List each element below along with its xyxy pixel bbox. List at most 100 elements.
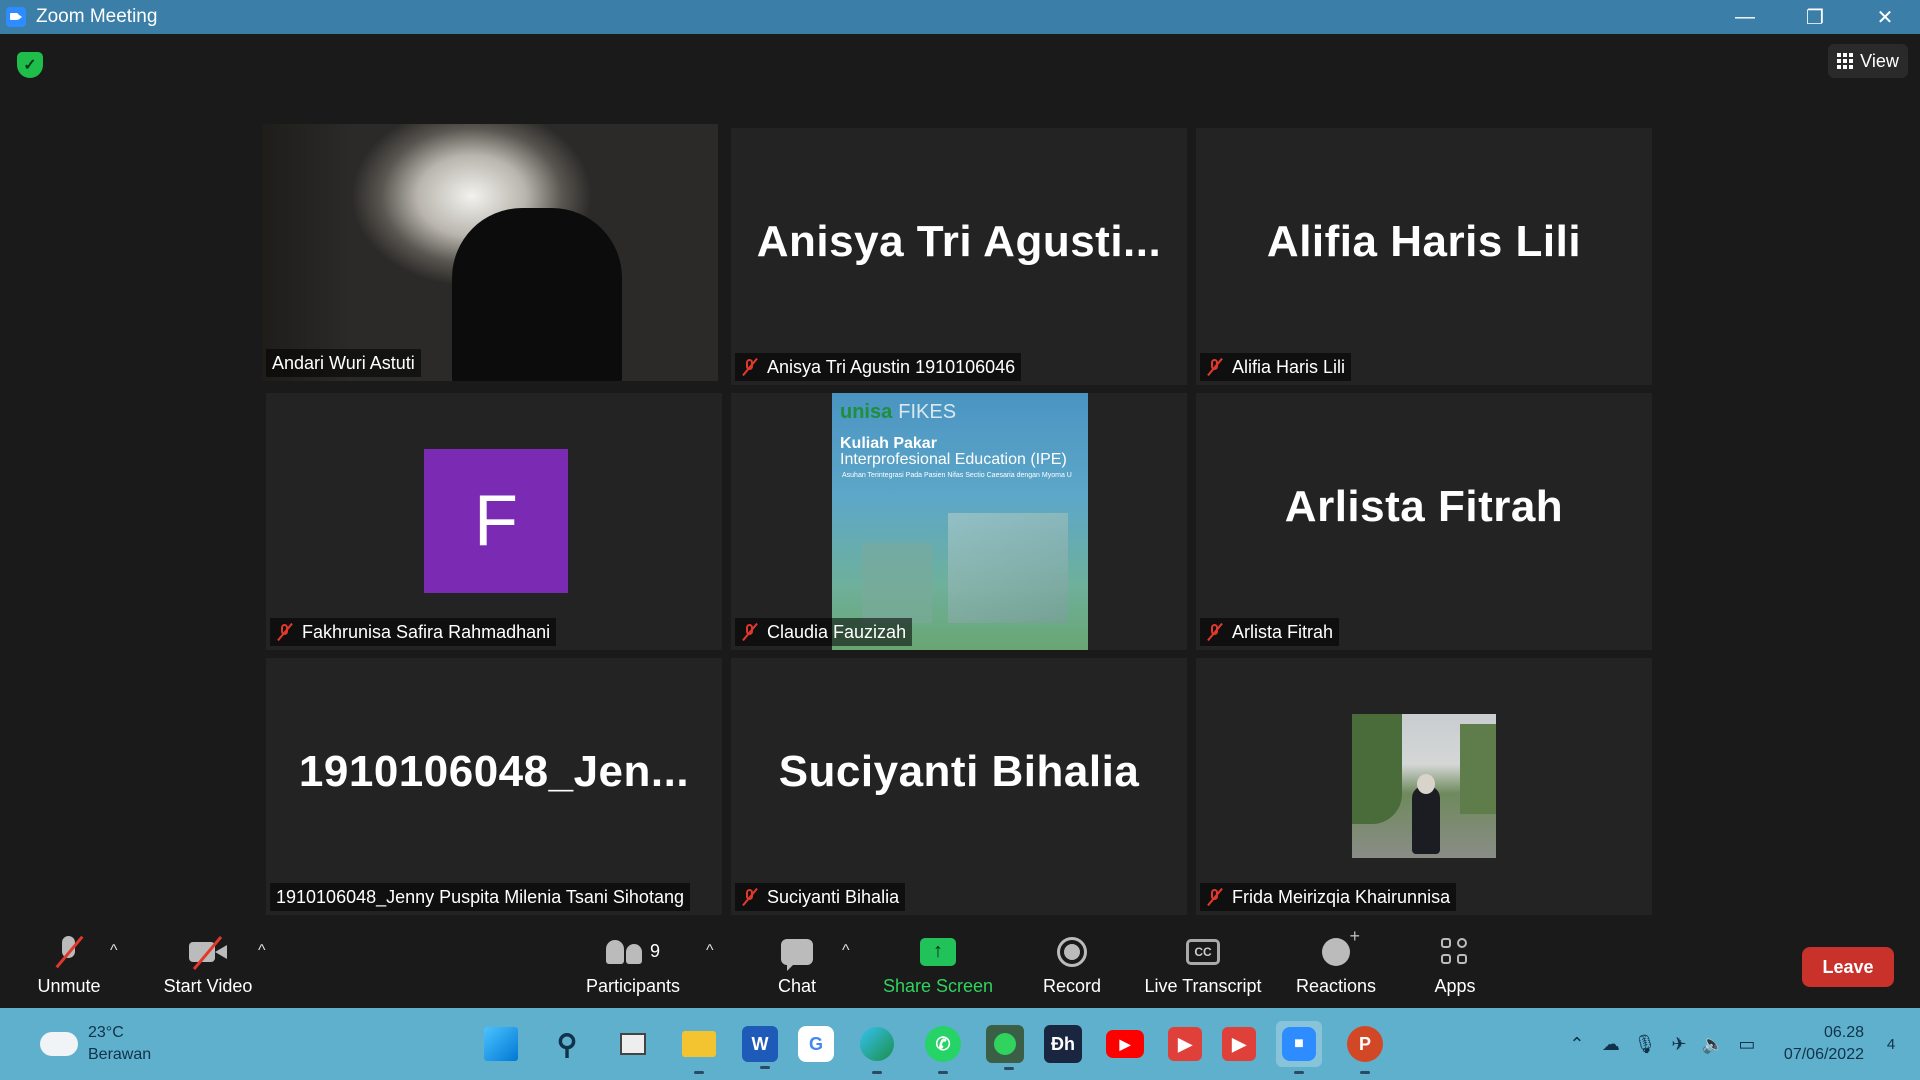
weather-cloud-icon	[40, 1024, 78, 1056]
audio-options-caret[interactable]: ^	[110, 942, 118, 960]
clock-time: 06.28	[1823, 1024, 1864, 1041]
airplane-mode-icon[interactable]: ✈	[1662, 1027, 1696, 1061]
apps-button[interactable]: Apps	[1426, 924, 1484, 1008]
clock[interactable]: 06.28 07/06/2022	[1784, 1022, 1864, 1066]
view-button[interactable]: View	[1828, 44, 1908, 78]
taskbar-apps: ⚲ W G ✆ Đh ▶ ▶ ▶ ■ P	[478, 1008, 1388, 1080]
chat-button[interactable]: Chat	[767, 924, 827, 1008]
notification-count[interactable]: 4	[1876, 1029, 1906, 1059]
reactions-button[interactable]: Reactions	[1290, 924, 1382, 1008]
share-screen-icon: ↑	[920, 937, 956, 966]
mic-muted-icon	[741, 887, 759, 907]
windows-start-icon[interactable]	[484, 1027, 518, 1061]
mic-muted-icon	[276, 622, 294, 642]
chat-options-caret[interactable]: ^	[842, 942, 850, 960]
participant-display-name: Suciyanti Bihalia	[778, 746, 1140, 796]
meeting-toolbar: Unmute ^ Start Video ^ 9 Participants ^ …	[0, 924, 1920, 1008]
grid-icon	[1837, 53, 1854, 69]
record-icon	[1057, 936, 1087, 967]
participants-options-caret[interactable]: ^	[706, 942, 714, 960]
restore-button[interactable]: ❐	[1780, 0, 1850, 34]
mic-muted-icon	[741, 622, 759, 642]
participant-name-label: Anisya Tri Agustin 1910106046	[735, 353, 1022, 381]
video-options-caret[interactable]: ^	[258, 942, 266, 960]
clock-date: 07/06/2022	[1783, 1046, 1864, 1063]
participant-display-name: Alifia Haris Lili	[1266, 216, 1582, 266]
live-transcript-button[interactable]: CC Live Transcript	[1138, 924, 1268, 1008]
dh-app-icon[interactable]: Đh	[1044, 1025, 1082, 1063]
chat-icon	[781, 938, 813, 971]
video-tile-andari[interactable]: Andari Wuri Astuti	[262, 124, 718, 381]
participant-name-label: Frida Meirizqia Khairunnisa	[1200, 883, 1457, 911]
weather-condition: Berawan	[88, 1046, 152, 1063]
microphone-icon[interactable]: 🎙	[1628, 1027, 1662, 1061]
powerpoint-icon[interactable]: P	[1342, 1021, 1388, 1074]
mic-off-icon	[49, 934, 89, 970]
apps-icon	[1441, 937, 1469, 966]
youtube-icon[interactable]: ▶	[1102, 1021, 1148, 1067]
shared-slide-thumbnail: unisa FIKES Kuliah Pakar Interprofesional…	[832, 393, 1088, 650]
security-shield-icon[interactable]: ✓	[17, 52, 43, 78]
weather-temperature: 23°C	[88, 1024, 124, 1041]
zoom-app-icon	[6, 7, 26, 27]
minimize-button[interactable]: —	[1710, 0, 1780, 34]
video-tile-arlista[interactable]: Arlista Fitrah Arlista Fitrah	[1196, 393, 1652, 650]
mic-muted-icon	[1206, 622, 1224, 642]
video-tile-anisya[interactable]: Anisya Tri Agusti... Anisya Tri Agustin …	[731, 128, 1187, 385]
close-button[interactable]: ✕	[1850, 0, 1920, 34]
task-view-icon[interactable]	[610, 1021, 656, 1067]
edge-icon[interactable]	[854, 1021, 900, 1074]
reactions-icon	[1322, 926, 1360, 966]
video-tile-alifia[interactable]: Alifia Haris Lili Alifia Haris Lili	[1196, 128, 1652, 385]
zoom-icon[interactable]: ■	[1276, 1021, 1322, 1074]
mic-muted-icon	[1206, 887, 1224, 907]
volume-icon[interactable]: 🔈	[1696, 1027, 1730, 1061]
green-app-icon[interactable]	[986, 1025, 1024, 1070]
share-screen-button[interactable]: ↑ Share Screen	[880, 924, 996, 1008]
search-icon[interactable]: ⚲	[544, 1021, 590, 1067]
system-tray: ⌃ ☁ 🎙 ✈ 🔈 ▭ 06.28 07/06/2022 4	[1560, 1008, 1920, 1080]
participants-icon	[605, 939, 642, 964]
participant-display-name: 1910106048_Jen...	[298, 746, 690, 796]
video-tile-frida[interactable]: Frida Meirizqia Khairunnisa	[1196, 658, 1652, 915]
camera-off-icon	[187, 935, 229, 970]
participant-name-label: Suciyanti Bihalia	[735, 883, 906, 911]
record-button[interactable]: Record	[1032, 924, 1112, 1008]
closed-caption-icon: CC	[1186, 938, 1220, 965]
window-controls: — ❐ ✕	[1710, 0, 1920, 34]
whatsapp-icon[interactable]: ✆	[920, 1021, 966, 1074]
leave-button[interactable]: Leave	[1802, 947, 1894, 987]
mic-muted-icon	[741, 357, 759, 377]
onedrive-icon[interactable]: ☁	[1594, 1027, 1628, 1061]
google-icon[interactable]: G	[798, 1026, 834, 1062]
video-tile-jenny[interactable]: 1910106048_Jen... 1910106048_Jenny Puspi…	[266, 658, 722, 915]
participants-count: 9	[649, 941, 660, 961]
battery-icon[interactable]: ▭	[1730, 1027, 1764, 1061]
participants-button[interactable]: 9 Participants	[578, 924, 688, 1008]
red-app-icon[interactable]: ▶	[1168, 1027, 1202, 1061]
weather-widget[interactable]: 23°C Berawan	[40, 1022, 151, 1066]
file-explorer-icon[interactable]	[676, 1021, 722, 1074]
unmute-button[interactable]: Unmute	[28, 924, 110, 1008]
view-label: View	[1860, 50, 1899, 71]
participant-name-label: Claudia Fauzizah	[735, 618, 913, 646]
participant-name-label: Fakhrunisa Safira Rahmadhani	[270, 618, 557, 646]
video-tile-claudia[interactable]: unisa FIKES Kuliah Pakar Interprofesional…	[731, 393, 1187, 650]
title-bar: Zoom Meeting — ❐ ✕	[0, 0, 1920, 34]
mic-muted-icon	[1206, 357, 1224, 377]
participant-name-label: Andari Wuri Astuti	[266, 349, 421, 377]
video-tile-suciyanti[interactable]: Suciyanti Bihalia Suciyanti Bihalia	[731, 658, 1187, 915]
slide-caption: Asuhan Terintegrasi Pada Pasien Nifas Se…	[842, 472, 1072, 479]
video-tile-fakhrunisa[interactable]: F Fakhrunisa Safira Rahmadhani	[266, 393, 722, 650]
start-video-button[interactable]: Start Video	[158, 924, 258, 1008]
chevron-up-icon[interactable]: ⌃	[1560, 1027, 1594, 1061]
participant-display-name: Anisya Tri Agusti...	[756, 216, 1162, 266]
zoom-window: Zoom Meeting — ❐ ✕ ✓ View Andari Wuri As…	[0, 0, 1920, 1080]
window-title: Zoom Meeting	[36, 6, 158, 27]
slide-logo: unisa FIKES	[840, 401, 957, 423]
word-icon[interactable]: W	[742, 1026, 778, 1069]
participant-video	[262, 124, 718, 381]
participant-name-label: Alifia Haris Lili	[1200, 353, 1352, 381]
profile-photo	[1352, 714, 1496, 858]
red-app-icon-2[interactable]: ▶	[1222, 1027, 1256, 1061]
